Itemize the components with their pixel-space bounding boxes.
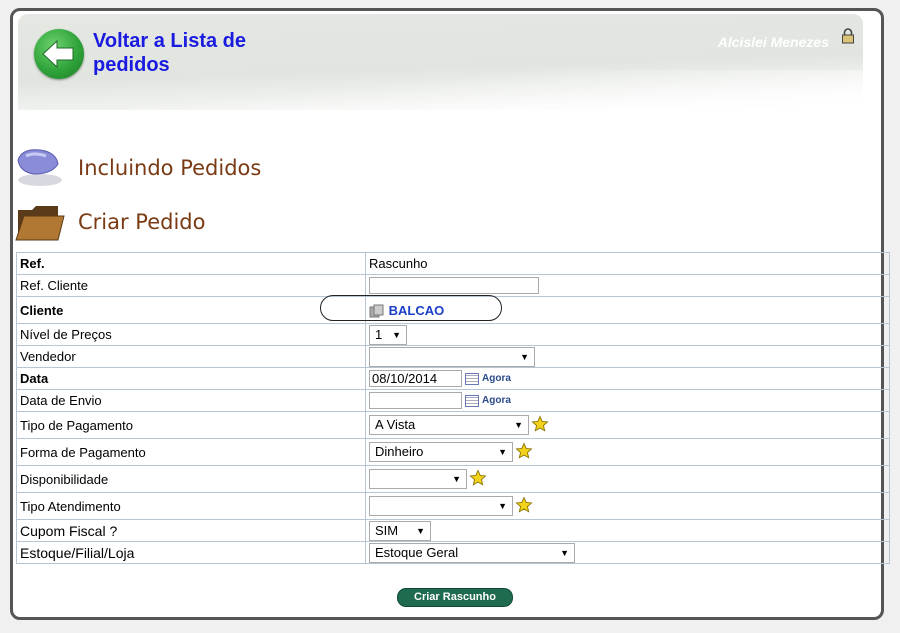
ref-value: Rascunho	[365, 252, 890, 275]
folder-icon	[15, 206, 65, 241]
disp-label: Disponibilidade	[16, 465, 366, 493]
ref-cliente-label: Ref. Cliente	[16, 274, 366, 297]
vendedor-label: Vendedor	[16, 345, 366, 368]
section-title-including: Incluindo Pedidos	[78, 156, 262, 180]
atend-label: Tipo Atendimento	[16, 492, 366, 520]
calendar-icon[interactable]	[465, 372, 479, 385]
row-estoque: Estoque/Filial/Loja Estoque Geral ▼	[16, 541, 890, 564]
order-icon	[17, 149, 62, 186]
date-input[interactable]: 08/10/2014	[369, 370, 462, 388]
stock-select[interactable]: Estoque Geral ▼	[369, 542, 575, 563]
star-icon[interactable]	[515, 442, 533, 460]
row-cupom: Cupom Fiscal ? SIM ▼	[16, 519, 890, 542]
chevron-down-icon: ▼	[498, 447, 507, 457]
payment-method-select[interactable]: Dinheiro ▼	[369, 442, 513, 462]
calendar-icon[interactable]	[465, 394, 479, 407]
fiscal-coupon-value: SIM	[375, 522, 399, 538]
row-envio: Data de Envio Agora	[16, 389, 890, 412]
chevron-down-icon: ▼	[392, 329, 401, 340]
star-icon[interactable]	[515, 496, 533, 514]
row-data: Data 08/10/2014 Agora	[16, 367, 890, 390]
create-draft-button[interactable]: Criar Rascunho	[397, 588, 513, 607]
back-arrow-icon[interactable]	[34, 29, 84, 79]
date-now-link[interactable]: Agora	[482, 373, 511, 384]
ref-cliente-input[interactable]	[369, 277, 539, 295]
forma-pag-label: Forma de Pagamento	[16, 438, 366, 466]
row-forma-pagamento: Forma de Pagamento Dinheiro ▼	[16, 438, 890, 466]
nivel-label: Nível de Preços	[16, 323, 366, 346]
estoque-label: Estoque/Filial/Loja	[16, 541, 366, 564]
row-nivel: Nível de Preços 1 ▼	[16, 323, 890, 346]
chevron-down-icon: ▼	[514, 420, 523, 430]
star-icon[interactable]	[469, 469, 487, 487]
envio-label: Data de Envio	[16, 389, 366, 412]
payment-type-select[interactable]: A Vista ▼	[369, 415, 529, 435]
user-name[interactable]: Alcislei Menezes	[718, 34, 829, 50]
cupom-label: Cupom Fiscal ?	[16, 519, 366, 542]
price-level-value: 1	[375, 326, 383, 342]
fiscal-coupon-select[interactable]: SIM ▼	[369, 520, 431, 541]
lock-icon[interactable]	[841, 28, 855, 47]
row-disponibilidade: Disponibilidade ▼	[16, 465, 890, 493]
row-ref-cliente: Ref. Cliente	[16, 274, 890, 297]
seller-select[interactable]: ▼	[369, 346, 535, 367]
highlight-oval	[320, 295, 502, 321]
row-vendedor: Vendedor ▼	[16, 345, 890, 368]
chevron-down-icon: ▼	[416, 525, 425, 536]
payment-method-value: Dinheiro	[375, 444, 424, 459]
row-ref: Ref. Rascunho	[16, 252, 890, 275]
tipo-pag-label: Tipo de Pagamento	[16, 411, 366, 439]
chevron-down-icon: ▼	[520, 351, 529, 362]
back-to-orders-link[interactable]: Voltar a Lista de pedidos	[93, 29, 313, 77]
data-label: Data	[16, 367, 366, 390]
chevron-down-icon: ▼	[498, 501, 507, 511]
price-level-select[interactable]: 1 ▼	[369, 324, 407, 345]
row-tipo-atendimento: Tipo Atendimento ▼	[16, 492, 890, 520]
payment-type-value: A Vista	[375, 417, 416, 432]
star-icon[interactable]	[531, 415, 549, 433]
ship-date-now-link[interactable]: Agora	[482, 395, 511, 406]
section-title-create: Criar Pedido	[78, 210, 206, 234]
row-tipo-pagamento: Tipo de Pagamento A Vista ▼	[16, 411, 890, 439]
page-header: Voltar a Lista de pedidos Alcislei Menez…	[18, 14, 863, 110]
chevron-down-icon: ▼	[560, 547, 569, 558]
chevron-down-icon: ▼	[452, 474, 461, 484]
service-type-select[interactable]: ▼	[369, 496, 513, 516]
stock-value: Estoque Geral	[375, 544, 459, 560]
cliente-label: Cliente	[16, 296, 366, 324]
availability-select[interactable]: ▼	[369, 469, 467, 489]
ship-date-input[interactable]	[369, 392, 462, 410]
ref-label: Ref.	[16, 252, 366, 275]
